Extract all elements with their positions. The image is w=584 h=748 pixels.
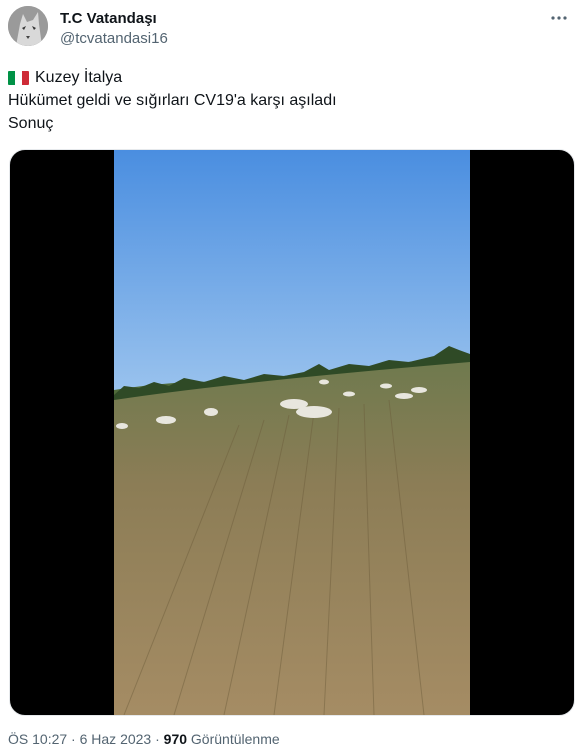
author-handle[interactable]: @tcvatandasi16 — [60, 30, 168, 47]
video-player[interactable] — [9, 149, 575, 716]
footer-separator: · — [71, 731, 76, 747]
tweet-footer: ÖS 10:27 · 6 Haz 2023 · 970 Görüntülenme — [8, 731, 280, 747]
field-scene-image — [114, 150, 470, 715]
views-label[interactable]: Görüntülenme — [191, 731, 280, 747]
avatar[interactable] — [8, 6, 48, 46]
footer-separator-2: · — [155, 731, 160, 747]
views-count[interactable]: 970 — [164, 731, 187, 747]
tweet-line-3: Sonuç — [8, 115, 54, 132]
tweet-line-1: Kuzey İtalya — [8, 66, 568, 89]
tweet-date[interactable]: 6 Haz 2023 — [80, 731, 152, 747]
tweet-time[interactable]: ÖS 10:27 — [8, 731, 67, 747]
tweet-line-1-text: Kuzey İtalya — [35, 69, 123, 86]
video-frame — [114, 150, 470, 715]
more-options-icon[interactable] — [546, 8, 572, 28]
tweet-line-2: Hükümet geldi ve sığırları CV19'a karşı … — [8, 92, 337, 109]
tweet-text: Kuzey İtalya Hükümet geldi ve sığırları … — [8, 66, 568, 135]
italy-flag-icon — [8, 70, 29, 85]
author-name[interactable]: T.C Vatandaşı — [60, 10, 157, 27]
wolf-avatar-icon — [8, 6, 48, 46]
tweet-header: T.C Vatandaşı @tcvatandasi16 — [8, 6, 576, 50]
